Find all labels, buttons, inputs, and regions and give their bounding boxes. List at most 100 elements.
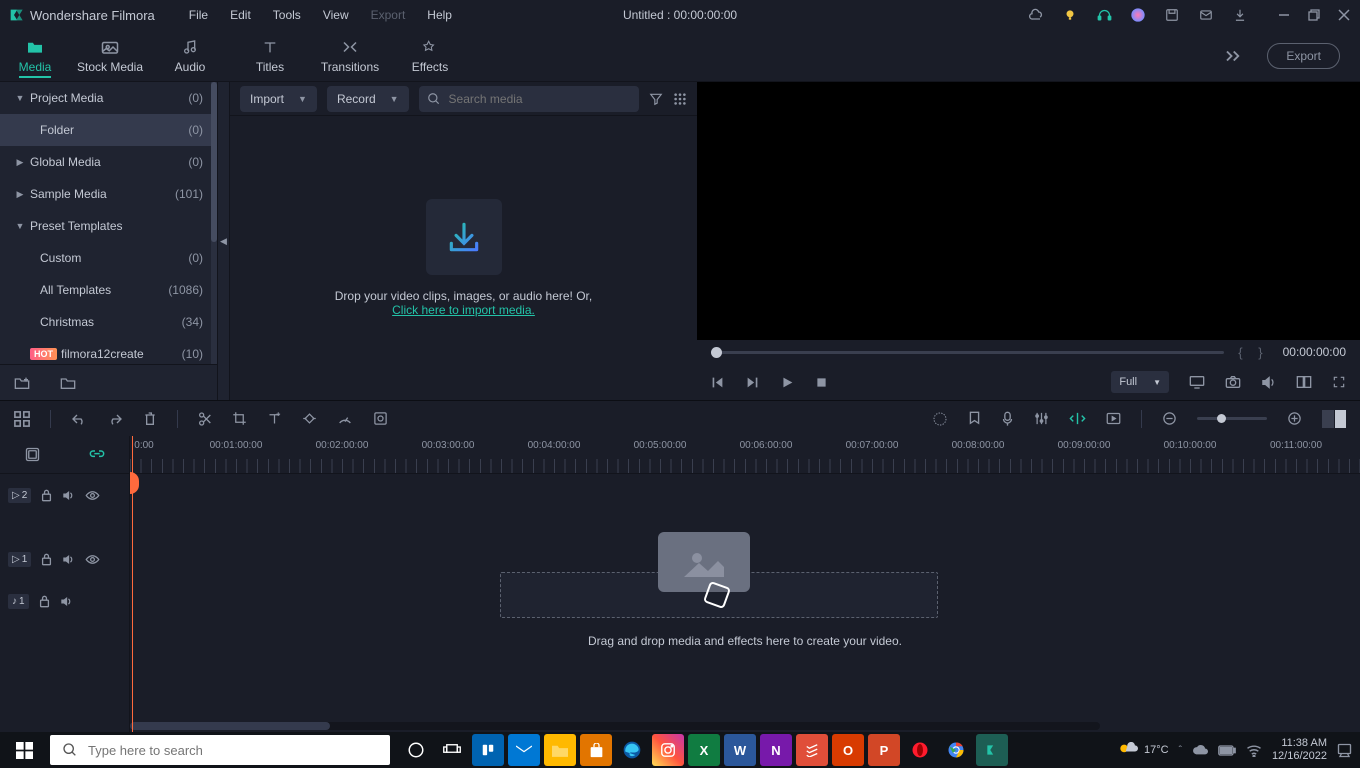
import-link[interactable]: Click here to import media. [392,303,535,317]
record-dropdown[interactable]: Record▼ [327,86,409,112]
playhead[interactable] [132,436,133,732]
headset-icon[interactable] [1096,7,1112,23]
weather-widget[interactable]: 17°C [1118,742,1169,758]
play-icon[interactable] [781,376,794,389]
tree-custom[interactable]: Custom(0) [0,242,217,274]
render-icon[interactable] [1106,412,1121,425]
export-button[interactable]: Export [1267,43,1340,69]
app-onenote[interactable]: N [760,734,792,766]
mute-icon[interactable] [62,489,75,502]
media-drop-area[interactable]: Drop your video clips, images, or audio … [230,116,697,400]
tree-filmora12create[interactable]: HOTfilmora12create(10) [0,338,217,364]
timeline-hscroll[interactable] [130,722,1100,730]
fullscreen-icon[interactable] [1332,375,1346,389]
tree-project-media[interactable]: ▼Project Media(0) [0,82,217,114]
tree-preset-templates[interactable]: ▼Preset Templates [0,210,217,242]
color-icon[interactable] [373,411,388,426]
grid-view-icon[interactable] [673,92,687,106]
layout-icon[interactable] [14,411,30,427]
timeline-view-toggle[interactable] [1322,410,1346,428]
app-outlook[interactable]: O [832,734,864,766]
visibility-icon[interactable] [85,490,100,501]
sidebar-scrollbar[interactable] [211,82,217,364]
tree-folder[interactable]: Folder(0) [0,114,217,146]
zoom-out-icon[interactable] [1162,411,1177,426]
minimize-icon[interactable] [1276,7,1292,23]
app-powerpoint[interactable]: P [868,734,900,766]
app-mail[interactable] [508,734,540,766]
cortana-icon[interactable] [400,734,432,766]
start-button[interactable] [0,732,48,768]
notifications-icon[interactable] [1337,743,1352,758]
voiceover-icon[interactable] [1001,411,1014,427]
onedrive-icon[interactable] [1192,744,1208,756]
search-media[interactable] [419,86,639,112]
keyframe-icon[interactable] [302,411,317,426]
wifi-icon[interactable] [1246,744,1262,757]
auto-ripple-icon[interactable] [1069,411,1086,426]
speed-icon[interactable] [337,412,353,426]
app-trello[interactable] [472,734,504,766]
link-icon[interactable] [89,448,105,462]
import-dropdown[interactable]: Import▼ [240,86,317,112]
tab-titles[interactable]: Titles [230,30,310,82]
zoom-slider[interactable] [1197,417,1267,420]
tab-media[interactable]: Media [0,30,70,82]
undo-icon[interactable] [71,412,87,426]
menu-edit[interactable]: Edit [220,4,261,26]
tab-stock-media[interactable]: Stock Media [70,30,150,82]
app-instagram[interactable] [652,734,684,766]
mute-icon[interactable] [62,553,75,566]
app-store[interactable] [580,734,612,766]
marker-icon[interactable] [968,411,981,426]
lock-icon[interactable] [39,595,50,608]
text-icon[interactable] [267,411,282,426]
tree-global-media[interactable]: ▶Global Media(0) [0,146,217,178]
mix-icon[interactable] [932,411,948,427]
video-track-2-head[interactable]: ▷2 [0,474,129,516]
tree-christmas[interactable]: Christmas(34) [0,306,217,338]
next-frame-icon[interactable] [746,376,759,389]
app-edge[interactable] [616,734,648,766]
close-icon[interactable] [1336,7,1352,23]
app-explorer[interactable] [544,734,576,766]
maximize-icon[interactable] [1306,7,1322,23]
save-icon[interactable] [1164,7,1180,23]
more-tabs-icon[interactable] [1213,49,1253,63]
redo-icon[interactable] [107,412,123,426]
track-manager-icon[interactable] [25,447,40,462]
timeline-ruler[interactable]: 0:00 00:01:00:00 00:02:00:00 00:03:00:00… [130,436,1360,474]
download-icon[interactable] [1232,7,1248,23]
lightbulb-icon[interactable] [1062,7,1078,23]
tab-transitions[interactable]: Transitions [310,30,390,82]
account-icon[interactable] [1130,7,1146,23]
timeline-body[interactable]: 0:00 00:01:00:00 00:02:00:00 00:03:00:00… [130,436,1360,732]
crop-icon[interactable] [232,411,247,426]
message-icon[interactable] [1198,7,1214,23]
sidebar-collapse[interactable]: ◀ [218,82,230,400]
lock-icon[interactable] [41,489,52,502]
filter-icon[interactable] [649,92,663,106]
menu-file[interactable]: File [179,4,218,26]
split-icon[interactable] [198,411,212,427]
tab-audio[interactable]: Audio [150,30,230,82]
video-track-1-head[interactable]: ▷1 [0,538,129,580]
mute-icon[interactable] [60,595,73,608]
app-opera[interactable] [904,734,936,766]
prev-frame-icon[interactable] [711,376,724,389]
audio-track-1-head[interactable]: ♪1 [0,580,129,622]
menu-help[interactable]: Help [417,4,462,26]
zoom-in-icon[interactable] [1287,411,1302,426]
preview-quality[interactable]: Full▼ [1111,371,1169,393]
app-word[interactable]: W [724,734,756,766]
tree-all-templates[interactable]: All Templates(1086) [0,274,217,306]
taskview-icon[interactable] [436,734,468,766]
seek-slider[interactable] [711,351,1224,354]
cloud-icon[interactable] [1028,7,1044,23]
in-out-brackets[interactable]: { } [1238,345,1268,360]
taskbar-search-input[interactable] [88,743,378,758]
volume-icon[interactable] [1261,375,1276,390]
visibility-icon[interactable] [85,554,100,565]
search-input[interactable] [449,92,631,106]
taskbar-search[interactable] [50,735,390,765]
